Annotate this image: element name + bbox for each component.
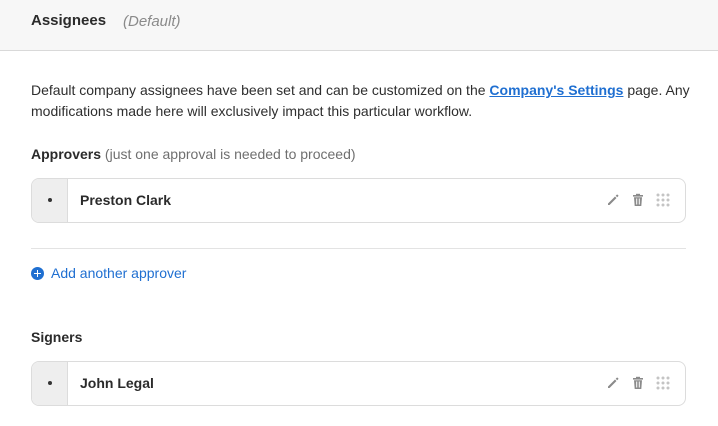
add-approver-button[interactable]: Add another approver [31,265,186,281]
company-settings-link[interactable]: Company's Settings [489,82,623,98]
approvers-title: Approvers [31,146,102,162]
approvers-note: (just one approval is needed to proceed) [104,146,356,162]
signers-title: Signers [31,329,83,345]
pencil-icon[interactable] [605,375,621,391]
bullet-cell [32,179,68,222]
drag-handle-icon[interactable] [655,192,671,208]
trash-icon[interactable] [630,192,646,208]
approver-name: Preston Clark [80,192,172,208]
pencil-icon[interactable] [605,192,621,208]
card-actions [605,375,671,391]
trash-icon[interactable] [630,375,646,391]
assignees-header: Assignees (Default) [0,0,718,51]
signer-card: John Legal [31,361,686,406]
description: Default company assignees have been set … [31,80,701,122]
description-text: Default company assignees have been set … [31,82,490,98]
bullet-cell [32,362,68,405]
bullet-dot [48,381,52,385]
default-tag: (Default) [123,13,181,30]
page-title: Assignees [31,12,107,29]
card-actions [605,192,671,208]
signers-label: Signers [31,329,82,345]
signer-name: John Legal [80,375,154,391]
add-approver-label: Add another approver [51,265,187,281]
plus-circle-icon [31,266,44,280]
divider [31,248,686,249]
approver-card: Preston Clark [31,178,686,223]
drag-handle-icon[interactable] [655,375,671,391]
approvers-label: Approvers (just one approval is needed t… [31,146,356,162]
bullet-dot [48,198,52,202]
